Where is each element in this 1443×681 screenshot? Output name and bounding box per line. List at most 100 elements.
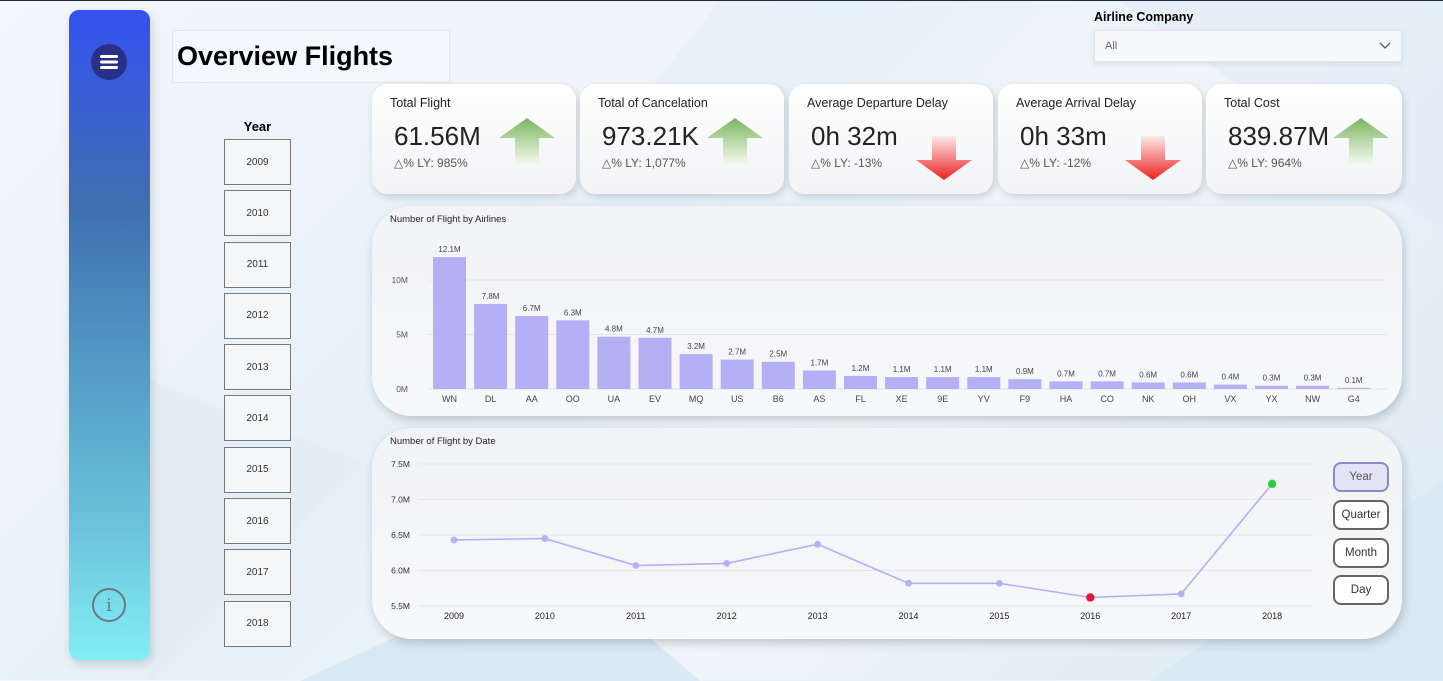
- bar-data-label: 2.7M: [728, 348, 746, 357]
- bar-9E[interactable]: [926, 377, 960, 389]
- bar-data-label: 3.2M: [687, 342, 705, 351]
- kpi-card-1: Total of Cancelation 973.21K △% LY: 1,077%: [580, 84, 784, 194]
- bar-EV[interactable]: [638, 337, 672, 389]
- bar-data-label: 6.3M: [564, 308, 582, 317]
- granularity-quarter-button[interactable]: Quarter: [1333, 500, 1389, 530]
- bar-data-label: 0.3M: [1263, 374, 1281, 383]
- bar-AA[interactable]: [515, 315, 549, 389]
- bar-category-label: HA: [1060, 394, 1073, 404]
- bar-category-label: WN: [442, 394, 457, 404]
- bar-category-label: NK: [1142, 394, 1155, 404]
- airline-filter-dropdown[interactable]: All: [1094, 30, 1402, 62]
- year-button-2010[interactable]: 2010: [224, 190, 291, 237]
- date-chart-panel: Number of Flight by Date 5.5M 6.0M 6.5M 7.0…: [372, 428, 1402, 639]
- year-button-2018[interactable]: 2018: [224, 600, 291, 647]
- line-xtick-label: 2015: [989, 611, 1009, 621]
- line-ytick-label: 7.0M: [391, 495, 410, 505]
- kpi-ly-change: △% LY: 985%: [394, 156, 468, 170]
- year-button-2009[interactable]: 2009: [224, 139, 291, 185]
- bar-YX[interactable]: [1255, 385, 1288, 389]
- airlines-bar-chart: 0M 5M 10M 12.1M WN 7.8M DL 6.7M AA 6.3M OO 4.8M UA 4.…: [391, 245, 1387, 404]
- bar-CO[interactable]: [1090, 381, 1124, 389]
- bar-WN[interactable]: [433, 257, 466, 389]
- kpi-ly-change: △% LY: 1,077%: [602, 156, 686, 170]
- line-xtick-label: 2012: [717, 611, 737, 621]
- year-button-2011[interactable]: 2011: [224, 241, 291, 288]
- bar-category-label: F9: [1020, 394, 1031, 404]
- line-point-2016[interactable]: [1086, 593, 1095, 602]
- bar-B6[interactable]: [761, 361, 795, 389]
- bar-data-label: 4.7M: [646, 326, 664, 335]
- year-button-2016[interactable]: 2016: [224, 498, 291, 545]
- bar-NK[interactable]: [1131, 382, 1165, 389]
- bar-YV[interactable]: [967, 377, 1001, 389]
- line-ytick-label: 6.0M: [391, 566, 410, 576]
- bar-FL[interactable]: [844, 375, 877, 389]
- granularity-day-button[interactable]: Day: [1333, 575, 1389, 605]
- line-xtick-label: 2017: [1171, 611, 1191, 621]
- line-point-2012[interactable]: [723, 560, 731, 567]
- airline-filter-label: Airline Company: [1094, 10, 1194, 24]
- bar-category-label: B6: [773, 394, 784, 404]
- bar-data-label: 0.7M: [1057, 369, 1075, 378]
- info-icon[interactable]: i: [92, 588, 126, 622]
- year-slicer: Year 2009 2010 2011 2012 2013 2014 2015 2016 201…: [224, 119, 291, 652]
- bar-data-label: 7.8M: [482, 292, 500, 301]
- bar-category-label: CO: [1100, 394, 1114, 404]
- year-button-2013[interactable]: 2013: [224, 344, 291, 391]
- arrow-down-icon: [1125, 136, 1181, 180]
- bar-HA[interactable]: [1049, 381, 1083, 389]
- bar-category-label: YV: [978, 394, 990, 404]
- kpi-ly-change: △% LY: 964%: [1228, 156, 1302, 170]
- bar-data-label: 6.7M: [523, 304, 541, 313]
- line-point-2011[interactable]: [632, 562, 640, 569]
- line-point-2017[interactable]: [1177, 590, 1185, 598]
- date-line-chart: 5.5M 6.0M 6.5M 7.0M 7.5M 2009 2010 2011 2012 2013…: [391, 459, 1312, 621]
- bar-category-label: EV: [649, 394, 661, 404]
- granularity-year-button[interactable]: Year: [1333, 462, 1389, 492]
- line-point-2009[interactable]: [450, 536, 458, 544]
- kpi-card-0: Total Flight 61.56M △% LY: 985%: [372, 84, 576, 194]
- bar-UA[interactable]: [597, 336, 631, 389]
- kpi-card-3: Average Arrival Delay 0h 33m △% LY: -12%: [998, 84, 1202, 194]
- bar-category-label: FL: [855, 394, 866, 404]
- year-button-2012[interactable]: 2012: [224, 292, 291, 339]
- bar-category-label: AA: [526, 394, 538, 404]
- line-point-2014[interactable]: [905, 579, 912, 587]
- bar-DL[interactable]: [474, 303, 508, 389]
- menu-button[interactable]: [91, 44, 127, 80]
- kpi-value: 0h 33m: [1020, 121, 1107, 151]
- year-button-2015[interactable]: 2015: [224, 446, 291, 493]
- granularity-month-button[interactable]: Month: [1333, 538, 1389, 568]
- bar-F9[interactable]: [1008, 379, 1042, 389]
- line-point-2018[interactable]: [1267, 479, 1277, 489]
- year-button-2017[interactable]: 2017: [224, 549, 291, 596]
- bar-OH[interactable]: [1172, 382, 1206, 389]
- kpi-title: Average Arrival Delay: [1016, 96, 1136, 110]
- line-point-2013[interactable]: [814, 540, 821, 548]
- bar-category-label: G4: [1348, 394, 1360, 404]
- airlines-chart-panel: Number of Flight by Airlines 0M 5M 10M 12.1…: [372, 206, 1402, 416]
- arrow-up-icon: [1333, 118, 1389, 164]
- line-point-2010[interactable]: [541, 535, 549, 542]
- bar-G4[interactable]: [1337, 387, 1371, 389]
- kpi-card-4: Total Cost 839.87M △% LY: 964%: [1206, 84, 1402, 194]
- bar-data-label: 0.4M: [1222, 373, 1240, 382]
- line-xtick-label: 2013: [808, 611, 828, 621]
- bar-category-label: VX: [1224, 394, 1236, 404]
- bar-MQ[interactable]: [679, 354, 713, 389]
- bar-data-label: 0.6M: [1180, 370, 1198, 379]
- bar-data-label: 0.6M: [1139, 370, 1157, 379]
- chevron-down-icon: [1379, 42, 1391, 49]
- bar-NW[interactable]: [1296, 385, 1330, 389]
- bar-US[interactable]: [720, 359, 754, 389]
- line-point-2015[interactable]: [996, 579, 1003, 587]
- line-xtick-label: 2009: [444, 611, 464, 621]
- bar-VX[interactable]: [1213, 384, 1247, 389]
- bar-XE[interactable]: [885, 377, 919, 389]
- line-ytick-label: 6.5M: [391, 530, 410, 540]
- year-button-2014[interactable]: 2014: [224, 395, 291, 442]
- bar-OO[interactable]: [556, 320, 590, 389]
- bar-AS[interactable]: [802, 370, 836, 389]
- kpi-title: Total Flight: [390, 96, 451, 110]
